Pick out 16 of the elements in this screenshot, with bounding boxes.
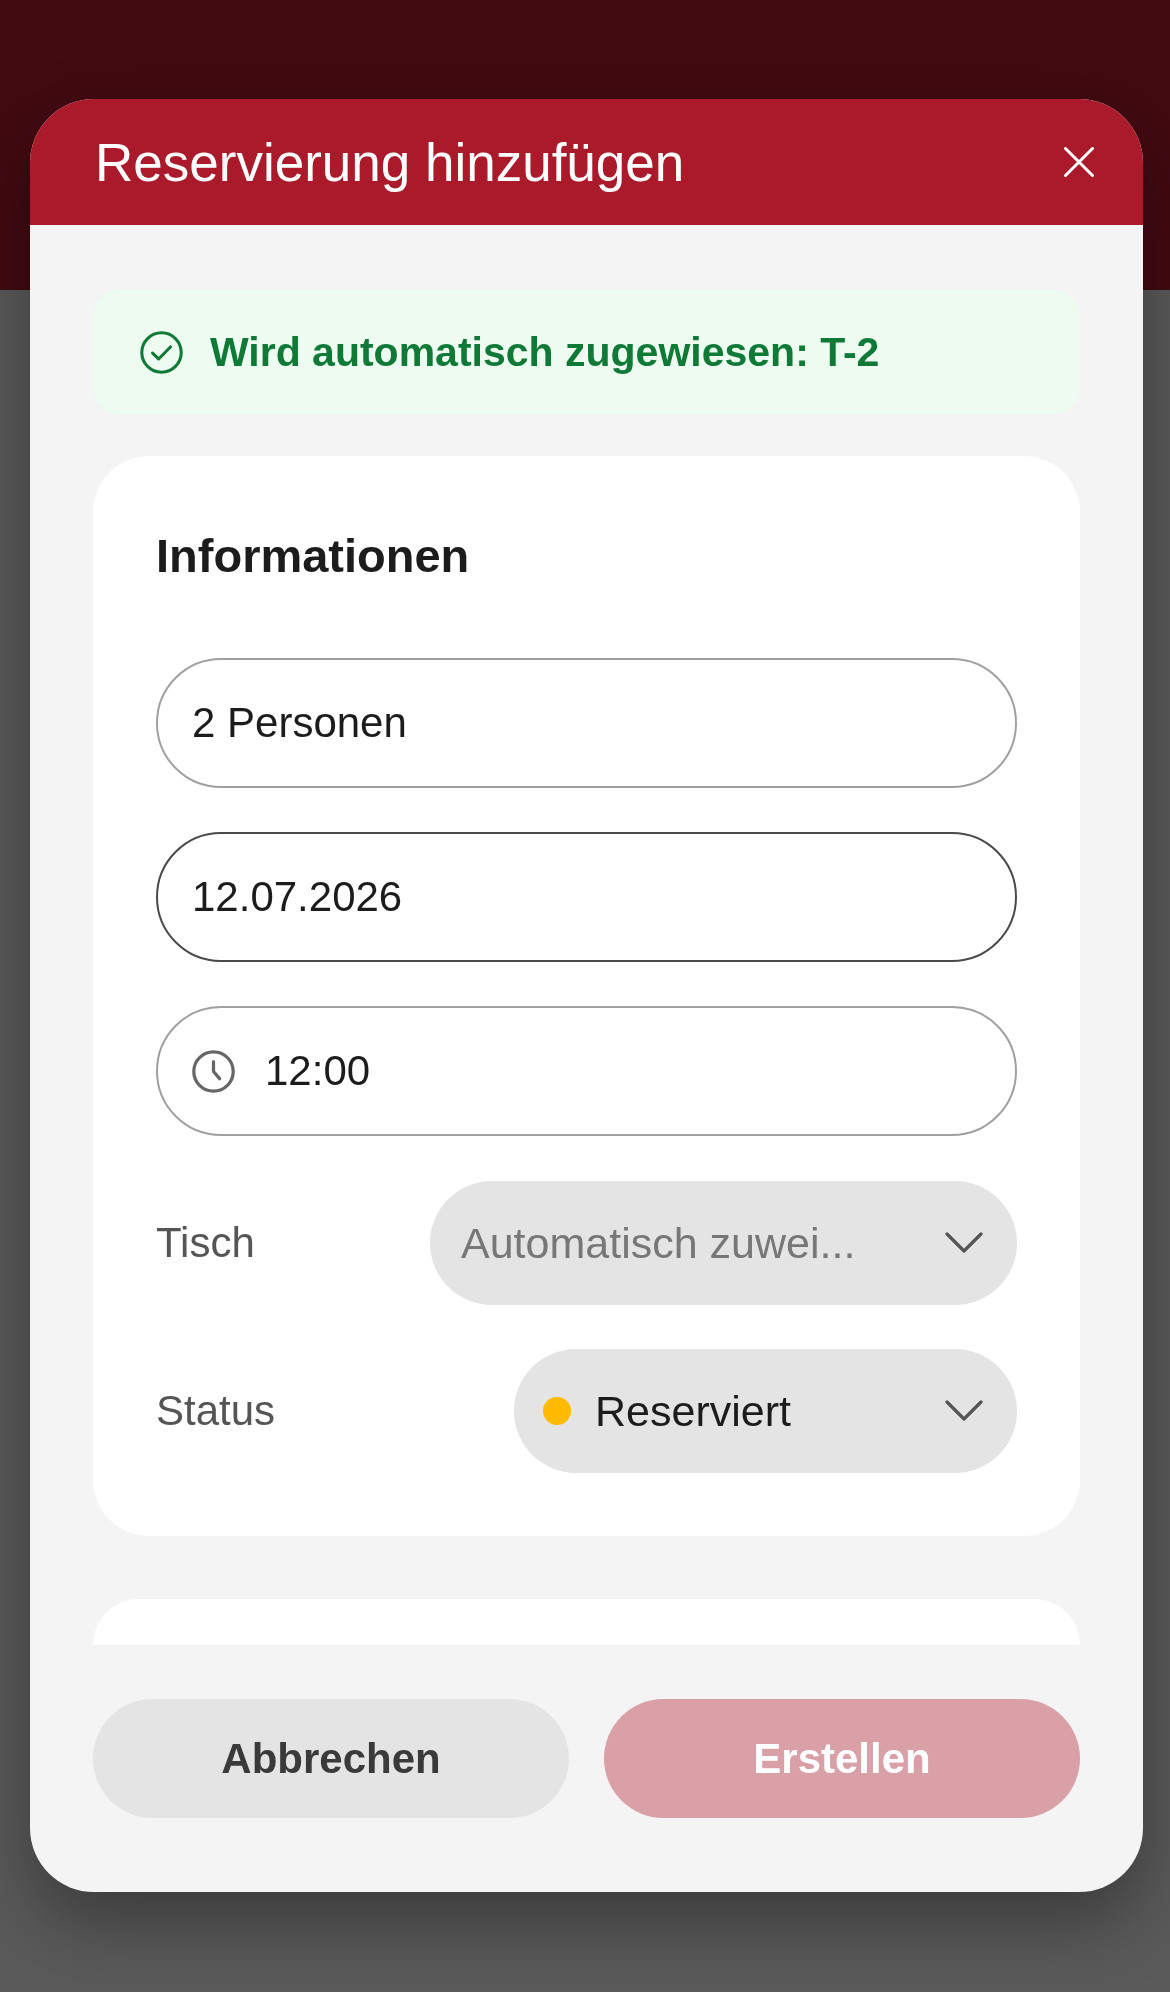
text-field[interactable]: 2 Personen bbox=[156, 658, 1017, 788]
chevron-down-icon bbox=[945, 1232, 983, 1254]
table-select[interactable]: Automatisch zuwei... bbox=[430, 1181, 1017, 1305]
clock-icon bbox=[192, 1049, 235, 1093]
field-label: Status bbox=[156, 1390, 276, 1432]
section-heading: Informationen bbox=[156, 530, 470, 582]
close-icon bbox=[1064, 147, 1094, 177]
time-field[interactable]: 12:00 bbox=[156, 1006, 1017, 1136]
field-label: Tisch bbox=[156, 1222, 255, 1264]
text-field[interactable]: 12.07.2026 bbox=[156, 832, 1017, 962]
chevron-down-icon bbox=[945, 1400, 983, 1422]
close-button[interactable] bbox=[1064, 147, 1094, 177]
check-circle-icon bbox=[140, 330, 183, 374]
status-select[interactable]: Reserviert bbox=[514, 1349, 1017, 1473]
notice-text: Wird automatisch zugewiesen: T-2 bbox=[210, 331, 880, 373]
cancel-button[interactable]: Abbrechen bbox=[93, 1699, 569, 1818]
